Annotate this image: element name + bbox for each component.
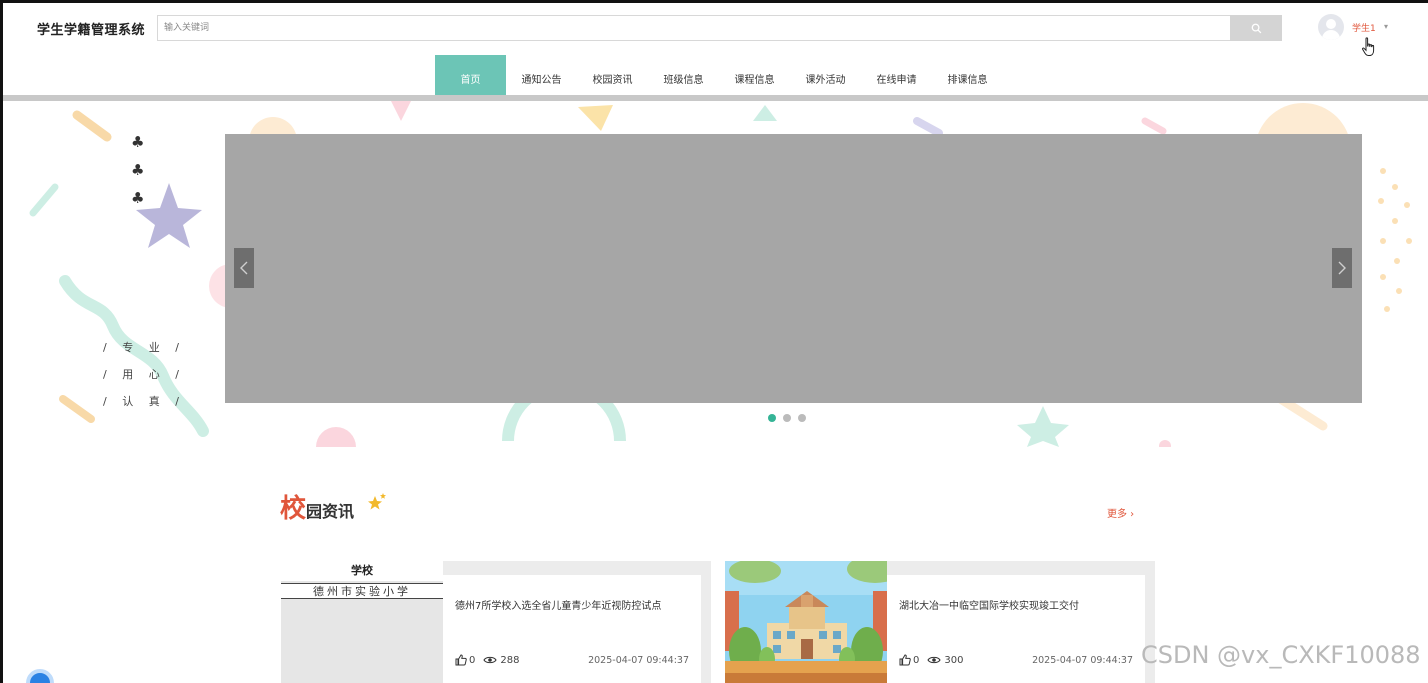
chevron-down-icon[interactable]: ▾	[1384, 22, 1388, 31]
like-count: 0	[469, 654, 476, 666]
chevron-left-icon	[240, 261, 248, 275]
news-stats: 0 300	[899, 654, 971, 666]
user-name-link[interactable]: 学生1	[1352, 21, 1376, 34]
carousel-indicators	[768, 414, 806, 422]
hand-cursor-icon	[1362, 37, 1375, 56]
star-icon	[368, 493, 386, 510]
news-info: 德州7所学校入选全省儿童青少年近视防控试点 0 288 2025-04-07 0…	[443, 575, 701, 683]
motto-line: / 认 真 /	[103, 395, 185, 408]
thumbs-up-icon[interactable]	[899, 654, 911, 666]
site-title: 学生学籍管理系统	[37, 23, 146, 38]
club-icon: ♣	[131, 161, 145, 179]
news-info: 湖北大冶一中临空国际学校实现竣工交付 0 300 2025-04-07 09:4…	[887, 575, 1145, 683]
thumb-subcaption: 德州市实验小学	[281, 583, 443, 599]
school-building-illustration	[725, 561, 887, 683]
thumb-caption: 学校	[281, 561, 443, 581]
news-date: 2025-04-07 09:44:37	[588, 655, 689, 666]
search-icon	[1251, 23, 1261, 33]
news-card[interactable]: 湖北大冶一中临空国际学校实现竣工交付 0 300 2025-04-07 09:4…	[725, 561, 1155, 683]
news-thumbnail[interactable]: 学校 德州市实验小学	[281, 561, 443, 683]
like-count: 0	[913, 654, 920, 666]
news-card[interactable]: 学校 德州市实验小学 德州7所学校入选全省儿童青少年近视防控试点 0 288 2…	[281, 561, 711, 683]
carousel-dot[interactable]	[783, 414, 791, 422]
club-icon: ♣	[131, 189, 145, 207]
section-title-rest: 园资讯	[306, 502, 355, 521]
avatar-body	[1322, 30, 1340, 40]
search-button[interactable]	[1230, 15, 1282, 41]
carousel-dot[interactable]	[768, 414, 776, 422]
watermark: CSDN @vx_CXKF10088	[1141, 641, 1421, 669]
avatar-head	[1326, 19, 1336, 29]
section-title: 校 园资讯	[280, 494, 354, 524]
banner-carousel[interactable]	[225, 134, 1362, 403]
carousel-dot[interactable]	[798, 414, 806, 422]
view-count: 288	[500, 654, 520, 666]
motto-line: / 专 业 /	[103, 341, 185, 354]
eye-icon	[483, 656, 498, 664]
club-icon: ♣	[131, 133, 145, 151]
carousel-prev-button[interactable]	[234, 248, 254, 288]
search-input[interactable]	[157, 15, 1230, 41]
more-link[interactable]: 更多 ›	[1107, 505, 1134, 520]
chevron-right-icon	[1338, 261, 1346, 275]
news-stats: 0 288	[455, 654, 527, 666]
carousel-next-button[interactable]	[1332, 248, 1352, 288]
eye-icon	[927, 656, 942, 664]
view-count: 300	[944, 654, 964, 666]
section-title-first-char: 校	[280, 494, 307, 524]
floating-badge[interactable]	[26, 669, 54, 683]
window-frame-top	[0, 0, 1428, 3]
thumbs-up-icon[interactable]	[455, 654, 467, 666]
user-avatar[interactable]	[1318, 14, 1344, 40]
news-title[interactable]: 湖北大冶一中临空国际学校实现竣工交付	[899, 597, 1079, 612]
motto-line: / 用 心 /	[103, 368, 185, 381]
news-date: 2025-04-07 09:44:37	[1032, 655, 1133, 666]
news-title[interactable]: 德州7所学校入选全省儿童青少年近视防控试点	[455, 597, 661, 612]
news-thumbnail[interactable]	[725, 561, 887, 683]
